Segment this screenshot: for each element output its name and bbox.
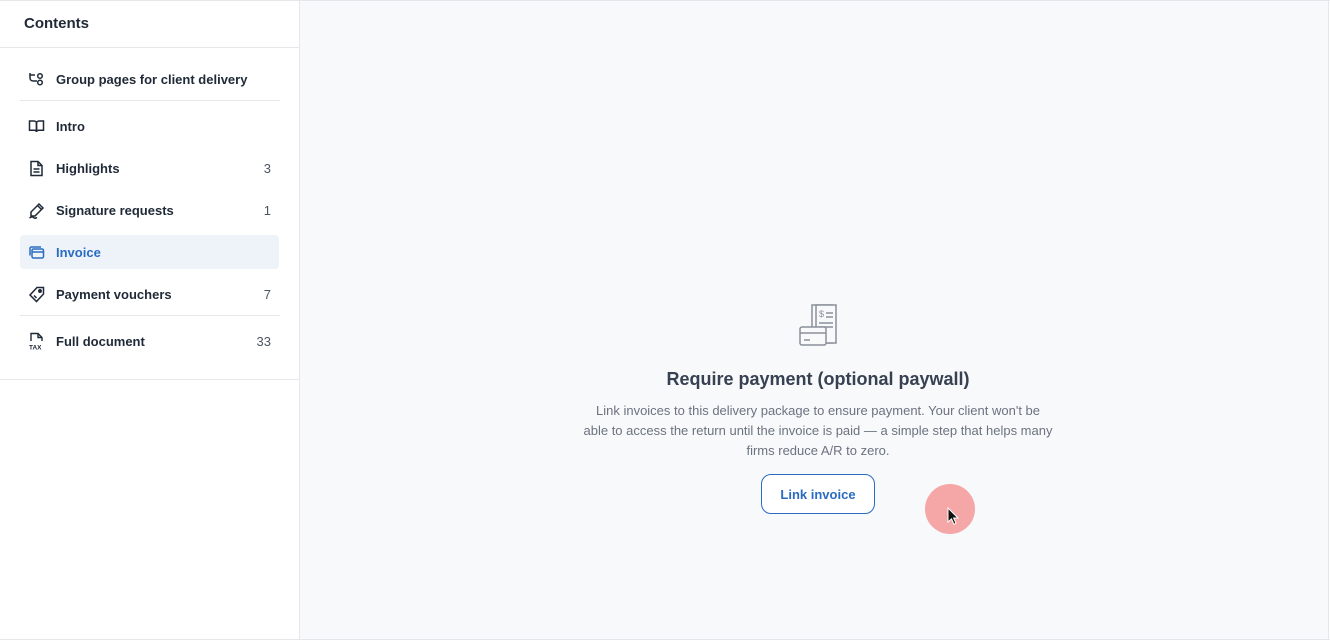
sidebar-item-count: 7 — [263, 286, 271, 302]
svg-text:$: $ — [819, 309, 824, 319]
invoice-receipt-icon: $ — [792, 301, 844, 353]
signature-pen-icon — [27, 201, 45, 219]
sidebar-item-label: Signature requests — [56, 202, 174, 218]
sidebar-item-label: Payment vouchers — [56, 286, 172, 302]
app-window: Contents Group pages for client delivery — [0, 0, 1330, 640]
sidebar-item-count: 33 — [256, 333, 271, 349]
sidebar-item-label: Group pages for client delivery — [56, 71, 248, 87]
document-icon — [27, 159, 45, 177]
divider — [20, 315, 280, 316]
svg-text:TAX: TAX — [29, 344, 42, 351]
book-icon — [27, 117, 45, 135]
sidebar-item-count: 1 — [263, 202, 271, 218]
sidebar-item-full-document[interactable]: TAX Full document 33 — [20, 324, 279, 358]
main-panel: $ Require payment (optional paywall) Lin… — [300, 1, 1329, 639]
cursor-arrow-icon — [947, 507, 960, 525]
sidebar-item-highlights[interactable]: Highlights 3 — [20, 151, 279, 185]
divider — [20, 100, 280, 101]
link-invoice-button[interactable]: Link invoice — [761, 474, 875, 514]
sidebar-item-invoice[interactable]: Invoice — [20, 235, 279, 269]
sidebar-item-label: Invoice — [56, 244, 101, 260]
empty-state: $ Require payment (optional paywall) Lin… — [300, 301, 1330, 514]
tax-document-icon: TAX — [27, 332, 45, 351]
sidebar: Contents Group pages for client delivery — [0, 1, 300, 639]
empty-state-description: Link invoices to this delivery package t… — [583, 403, 1053, 458]
sidebar-item-label: Intro — [56, 118, 85, 134]
sidebar-item-payment-vouchers[interactable]: Payment vouchers 7 — [20, 277, 279, 311]
sidebar-item-signature-requests[interactable]: Signature requests 1 — [20, 193, 279, 227]
contents-nav: Group pages for client delivery Intro Hi… — [0, 48, 299, 380]
empty-state-title: Require payment (optional paywall) — [666, 369, 970, 389]
voucher-tag-icon — [27, 285, 45, 303]
sidebar-item-label: Full document — [56, 333, 145, 349]
group-pages-icon — [27, 70, 45, 88]
invoice-cards-icon — [27, 243, 45, 261]
sidebar-item-group-pages[interactable]: Group pages for client delivery — [20, 62, 279, 96]
sidebar-item-count: 3 — [263, 160, 271, 176]
sidebar-item-label: Highlights — [56, 160, 120, 176]
sidebar-item-intro[interactable]: Intro — [20, 109, 279, 143]
sidebar-title: Contents — [0, 1, 299, 48]
